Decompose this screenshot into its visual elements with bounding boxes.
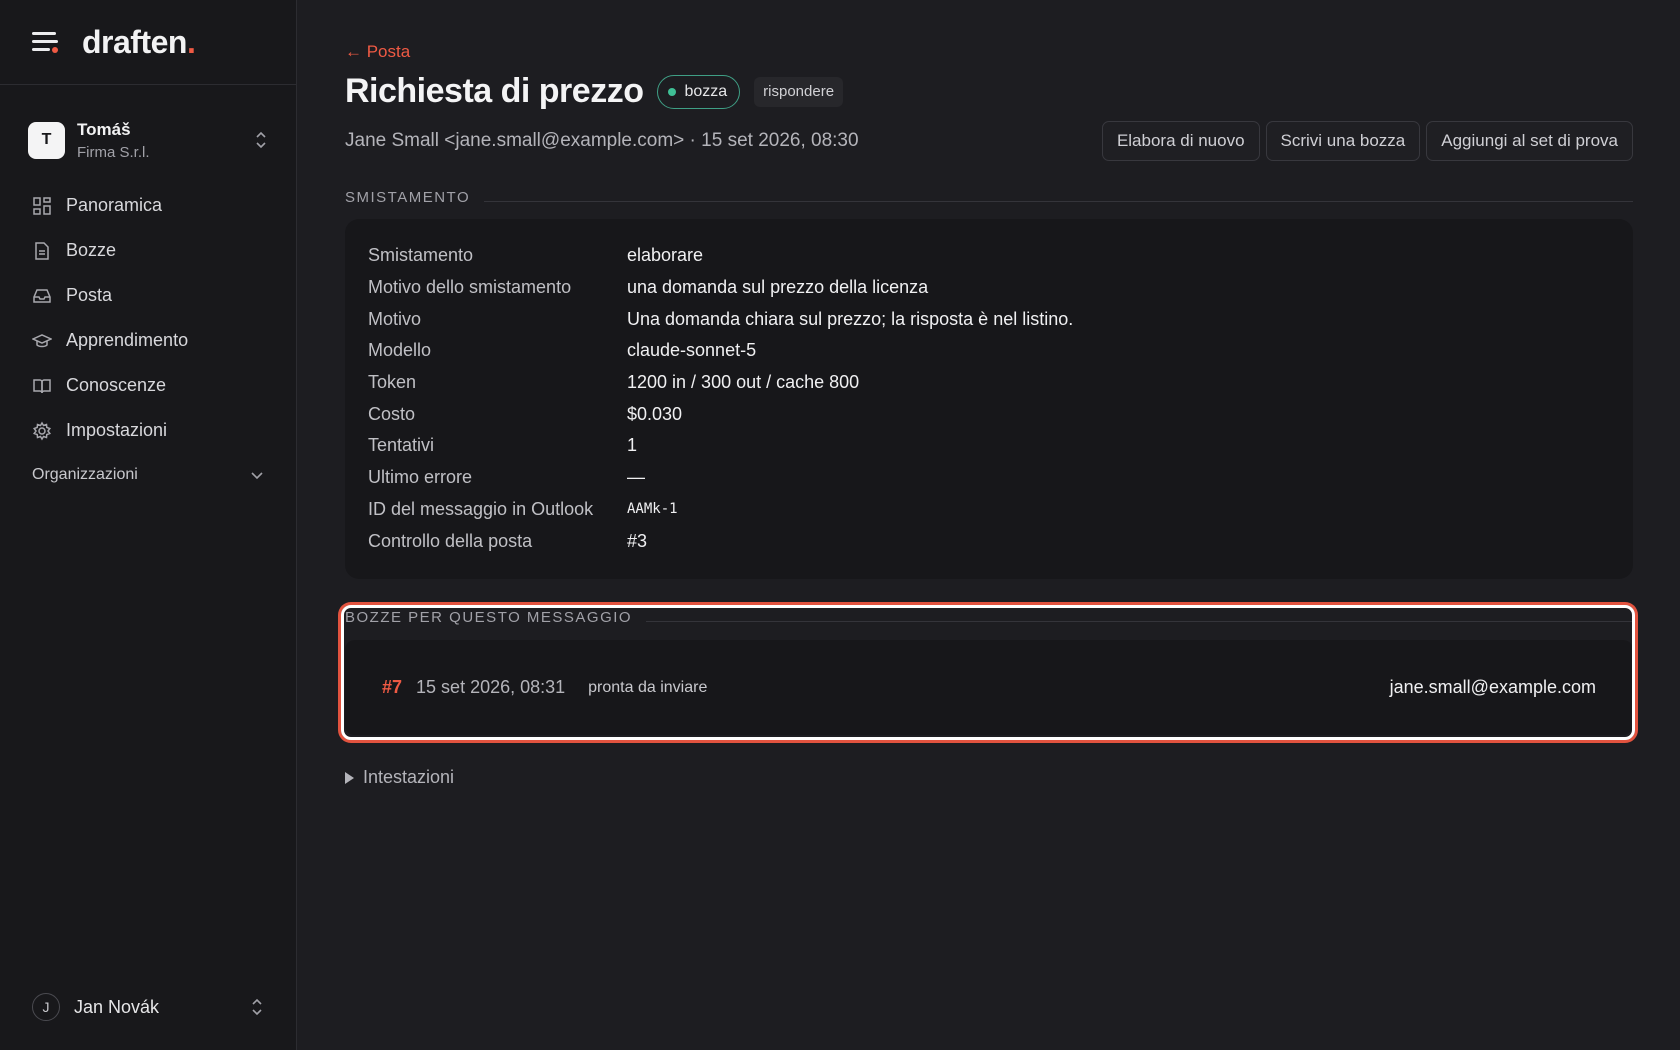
menu-icon-dot — [52, 47, 58, 53]
kv-value: AAMk-1 — [627, 501, 678, 518]
section-divider — [484, 201, 1633, 202]
account-name: Tomáš — [77, 119, 131, 139]
sidebar-nav: Panoramica Bozze Posta Apprendimento Con… — [32, 183, 272, 453]
sidebar-item-bozze[interactable]: Bozze — [32, 228, 272, 273]
chevron-updown-icon — [250, 998, 264, 1016]
kv-row: Controllo della posta #3 — [368, 525, 1610, 557]
kv-key: Modello — [368, 340, 432, 361]
grid-icon — [33, 196, 51, 215]
title-row: Richiesta di prezzo bozza rispondere — [345, 72, 844, 111]
sidebar-item-panoramica[interactable]: Panoramica — [32, 183, 272, 228]
sidebar-item-label: Bozze — [66, 240, 117, 260]
kv-value: elaborare — [627, 245, 704, 266]
message-meta: Jane Small <jane.small@example.com> · 15… — [345, 130, 859, 151]
kv-row: Costo $0.030 — [368, 398, 1610, 430]
user-name: Jan Novák — [74, 996, 160, 1017]
kv-key: Motivo — [368, 308, 422, 329]
kv-row: Motivo Una domanda chiara sul prezzo; la … — [368, 303, 1610, 335]
back-link[interactable]: ← Posta — [345, 42, 410, 62]
kv-row: Smistamento elaborare — [368, 240, 1610, 272]
sidebar-item-apprendimento[interactable]: Apprendimento — [32, 318, 272, 363]
kv-key: ID del messaggio in Outlook — [368, 498, 594, 519]
book-icon — [33, 378, 51, 393]
kv-key: Ultimo errore — [368, 467, 473, 488]
account-switcher[interactable]: T Tomáš Firma S.r.l. — [28, 116, 268, 164]
menu-icon[interactable] — [32, 30, 60, 54]
triage-section-heading: SMISTAMENTO — [345, 189, 1633, 206]
headers-label: Intestazioni — [363, 767, 455, 787]
headers-disclosure[interactable]: Intestazioni — [345, 767, 454, 788]
kv-value: #3 — [627, 530, 648, 551]
status-badge: bozza — [657, 74, 741, 109]
kv-value: Una domanda chiara sul prezzo; la rispos… — [627, 308, 1074, 329]
organizations-toggle[interactable]: Organizzazioni — [32, 466, 264, 484]
kv-row: Motivo dello smistamento una domanda sul … — [368, 272, 1610, 304]
kv-row: Ultimo errore — — [368, 462, 1610, 494]
disclosure-triangle-icon — [345, 771, 354, 784]
chevron-updown-icon — [254, 131, 268, 149]
kv-key: Tentativi — [368, 435, 435, 456]
kv-value: 1 — [627, 435, 638, 456]
logo: draften — [82, 23, 187, 60]
kv-value: 1200 in / 300 out / cache 800 — [627, 372, 860, 393]
chevron-down-icon — [251, 472, 263, 480]
gear-icon — [32, 421, 52, 440]
user-avatar: J — [32, 993, 60, 1021]
type-badge: rispondere — [754, 76, 844, 107]
kv-row: Tentativi 1 — [368, 430, 1610, 462]
kv-row: ID del messaggio in Outlook AAMk-1 — [368, 494, 1610, 526]
page-title: Richiesta di prezzo — [345, 72, 644, 110]
triage-card: Smistamento elaborare Motivo dello smista… — [345, 219, 1633, 579]
account-avatar: T — [28, 121, 65, 159]
sidebar-item-impostazioni[interactable]: Impostazioni — [32, 408, 272, 453]
write-draft-button[interactable]: Scrivi una bozza — [1265, 121, 1421, 161]
kv-key: Smistamento — [368, 245, 474, 266]
status-dot — [668, 87, 677, 96]
kv-key: Token — [368, 372, 417, 393]
kv-row: Token 1200 in / 300 out / cache 800 — [368, 367, 1610, 399]
account-org: Firma S.r.l. — [77, 143, 150, 161]
status-badge-label: bozza — [684, 82, 728, 100]
kv-value: — — [627, 467, 645, 488]
sidebar-item-posta[interactable]: Posta — [32, 273, 272, 318]
logo-dot: . — [186, 23, 196, 60]
sidebar-item-label: Posta — [66, 285, 113, 305]
sidebar-item-label: Panoramica — [66, 195, 163, 215]
organizations-label: Organizzazioni — [32, 466, 138, 483]
action-buttons: Elabora di nuovo Scrivi una bozza Aggiun… — [1101, 121, 1633, 161]
kv-key: Controllo della posta — [368, 530, 533, 551]
sidebar-item-label: Impostazioni — [66, 420, 168, 440]
triage-heading: SMISTAMENTO — [345, 189, 471, 206]
sidebar-item-label: Conoscenze — [66, 375, 167, 395]
kv-row: Modello claude-sonnet-5 — [368, 335, 1610, 367]
kv-value: $0.030 — [627, 403, 683, 424]
sidebar-item-conoscenze[interactable]: Conoscenze — [32, 363, 272, 408]
add-to-test-set-button[interactable]: Aggiungi al set di prova — [1426, 121, 1633, 161]
kv-key: Costo — [368, 403, 416, 424]
document-icon — [35, 241, 49, 260]
user-menu[interactable]: J Jan Novák — [32, 993, 264, 1021]
reprocess-button[interactable]: Elabora di nuovo — [1101, 121, 1260, 161]
inbox-icon — [33, 288, 51, 303]
kv-value: claude-sonnet-5 — [627, 340, 757, 361]
drafts-highlight-frame — [341, 605, 1635, 740]
sidebar: draften. T Tomáš Firma S.r.l. Panoramica… — [0, 0, 297, 1050]
kv-value: una domanda sul prezzo della licenza — [627, 277, 929, 298]
brand-header: draften. — [0, 0, 296, 85]
sidebar-item-label: Apprendimento — [66, 330, 189, 350]
graduation-cap-icon — [32, 333, 52, 347]
kv-key: Motivo dello smistamento — [368, 277, 572, 298]
